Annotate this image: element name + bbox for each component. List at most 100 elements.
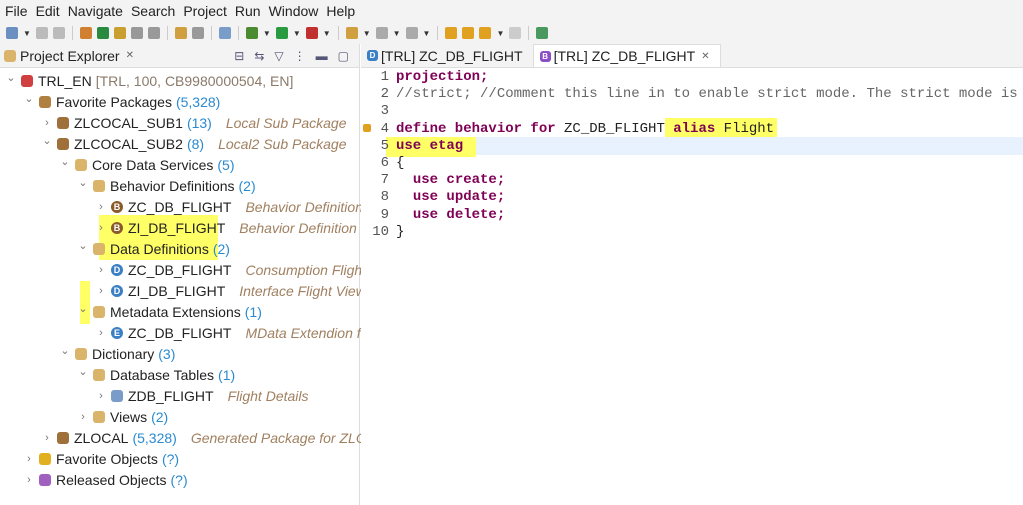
dropdown-arrow-icon[interactable]: ▼ (423, 29, 431, 38)
chevron-down-icon[interactable]: ⌄ (22, 92, 36, 105)
tree-item[interactable]: › Released Objects (?) (22, 469, 187, 490)
toolbar-button-icon[interactable] (218, 27, 231, 39)
toolbar-button-icon[interactable] (375, 27, 388, 39)
close-icon[interactable]: ✕ (126, 50, 134, 61)
minimize-icon[interactable]: ▬ (316, 49, 328, 63)
chevron-down-icon[interactable]: ⌄ (76, 239, 90, 252)
chevron-right-icon[interactable]: › (40, 432, 54, 444)
chevron-down-icon[interactable]: ⌄ (76, 365, 90, 378)
tree-item[interactable]: ⌄ Behavior Definitions (2) (76, 175, 255, 196)
menu-run[interactable]: Run (235, 3, 261, 19)
chevron-down-icon[interactable]: ⌄ (58, 344, 72, 357)
menu-window[interactable]: Window (269, 3, 319, 19)
chevron-right-icon[interactable]: › (94, 285, 108, 297)
chevron-down-icon[interactable]: ⌄ (4, 71, 18, 84)
code-area[interactable]: 1 projection; 2 //strict; //Comment this li… (361, 68, 1023, 505)
tree-item[interactable]: › ZDB_FLIGHT Flight Details (94, 385, 308, 406)
toolbar-button-icon[interactable] (113, 27, 126, 39)
toolbar-button-icon[interactable] (345, 27, 358, 39)
toolbar-button-icon[interactable] (147, 27, 160, 39)
line-number: 2 (380, 86, 389, 103)
menu-edit[interactable]: Edit (36, 3, 60, 19)
menu-navigate[interactable]: Navigate (68, 3, 123, 19)
chevron-down-icon[interactable]: ⌄ (76, 302, 90, 315)
chevron-right-icon[interactable]: › (94, 264, 108, 276)
dropdown-arrow-icon[interactable]: ▼ (393, 29, 401, 38)
tree-item[interactable]: › ZLCOCAL_SUB1 (13) Local Sub Package (40, 112, 346, 133)
toolbar-button-icon[interactable] (462, 27, 475, 39)
dropdown-arrow-icon[interactable]: ▼ (23, 29, 31, 38)
chevron-right-icon[interactable]: › (94, 327, 108, 339)
tree-item[interactable]: › Favorite Objects (?) (22, 448, 179, 469)
code-text: use delete; (396, 207, 505, 224)
tree-item[interactable]: ⌄ Metadata Extensions (1) (76, 301, 261, 322)
editor-tab[interactable]: B [TRL] ZC_DB_FLIGHT ✕ (532, 44, 721, 67)
filter-icon[interactable]: ▽ (274, 49, 283, 63)
toolbar-button-icon[interactable] (79, 27, 92, 39)
toolbar-button-icon[interactable] (479, 27, 492, 39)
collapse-all-icon[interactable]: ⊟ (234, 49, 244, 63)
toolbar-button-icon[interactable] (130, 27, 143, 39)
toolbar-button-icon[interactable] (445, 27, 458, 39)
tree-item[interactable]: ⌄ Database Tables (1) (76, 364, 235, 385)
view-menu-icon[interactable]: ⋮ (294, 49, 306, 63)
chevron-right-icon[interactable]: › (76, 411, 90, 423)
menu-search[interactable]: Search (131, 3, 175, 19)
chevron-down-icon[interactable]: ⌄ (76, 176, 90, 189)
editor-tab[interactable]: D [TRL] ZC_DB_FLIGHT (361, 44, 533, 67)
tree-item-label: ZLCOCAL_SUB1 (74, 114, 183, 131)
chevron-down-icon[interactable]: ⌄ (40, 134, 54, 147)
code-text: use create; (396, 172, 505, 189)
tree-item[interactable]: › B ZC_DB_FLIGHT Behavior Definition for (94, 196, 383, 217)
chevron-right-icon[interactable]: › (94, 390, 108, 402)
tree-item[interactable]: ⌄ Data Definitions (2) (76, 238, 230, 259)
dropdown-arrow-icon[interactable]: ▼ (323, 29, 331, 38)
toolbar-button-icon[interactable] (6, 27, 18, 39)
toolbar-button-icon[interactable] (509, 27, 522, 39)
editor-tab-label: [TRL] ZC_DB_FLIGHT (553, 48, 696, 64)
chevron-right-icon[interactable]: › (22, 453, 36, 465)
dropdown-arrow-icon[interactable]: ▼ (263, 29, 271, 38)
chevron-right-icon[interactable]: › (94, 222, 108, 234)
dropdown-arrow-icon[interactable]: ▼ (496, 29, 504, 38)
toolbar-button-icon[interactable] (174, 27, 187, 39)
tree-item[interactable]: › E ZC_DB_FLIGHT MData Extendion for Fl (94, 322, 388, 343)
link-with-editor-icon[interactable]: ⇆ (254, 49, 264, 63)
menu-file[interactable]: File (5, 3, 28, 19)
tree-item[interactable]: ⌄ Favorite Packages (5,328) (22, 91, 220, 112)
toolbar-button-icon[interactable] (305, 27, 318, 39)
tree-item-label: ZC_DB_FLIGHT (128, 261, 232, 278)
tree-item[interactable]: ⌄ TRL_EN [TRL, 100, CB9980000504, EN] (4, 70, 293, 91)
toolbar-button-icon[interactable] (405, 27, 418, 39)
close-tab-icon[interactable]: ✕ (701, 51, 709, 62)
maximize-icon[interactable]: ▢ (338, 49, 349, 63)
tree-item[interactable]: › B ZI_DB_FLIGHT Behavior Definition for I (94, 217, 385, 238)
toolbar-button-icon[interactable] (96, 27, 109, 39)
toolbar-button-icon[interactable] (191, 27, 204, 39)
toolbar-button-icon[interactable] (275, 27, 288, 39)
tree-item[interactable]: › Views (2) (76, 406, 168, 427)
package-icon (57, 431, 69, 444)
code-text: //strict; //Comment this line in to enab… (396, 86, 1023, 103)
toolbar-button-icon[interactable] (35, 27, 48, 39)
toolbar-button-icon[interactable] (52, 27, 65, 39)
dropdown-arrow-icon[interactable]: ▼ (293, 29, 301, 38)
toolbar-button-icon[interactable] (245, 27, 258, 39)
tree-item-label: ZLCOCAL_SUB2 (74, 135, 183, 152)
toolbar-button-icon[interactable] (536, 27, 549, 39)
tree-item[interactable]: › D ZC_DB_FLIGHT Consumption Flight De (94, 259, 388, 280)
tree-item[interactable]: ⌄ Dictionary (3) (58, 343, 175, 364)
tree-item[interactable]: ⌄ Core Data Services (5) (58, 154, 234, 175)
menu-help[interactable]: Help (326, 3, 355, 19)
chevron-right-icon[interactable]: › (40, 117, 54, 129)
tree-item[interactable]: › ZLOCAL (5,328) Generated Package for ZLOC… (40, 427, 394, 448)
chevron-down-icon[interactable]: ⌄ (58, 155, 72, 168)
tree-item[interactable]: ⌄ ZLCOCAL_SUB2 (8) Local2 Sub Package (40, 133, 346, 154)
dropdown-arrow-icon[interactable]: ▼ (363, 29, 371, 38)
menu-project[interactable]: Project (183, 3, 227, 19)
project-explorer-header: Project Explorer ✕ ⊟ ⇆ ▽ ⋮ ▬ ▢ (0, 44, 359, 68)
chevron-right-icon[interactable]: › (94, 201, 108, 213)
chevron-right-icon[interactable]: › (22, 474, 36, 486)
tree-item[interactable]: › D ZI_DB_FLIGHT Interface Flight View (94, 280, 366, 301)
